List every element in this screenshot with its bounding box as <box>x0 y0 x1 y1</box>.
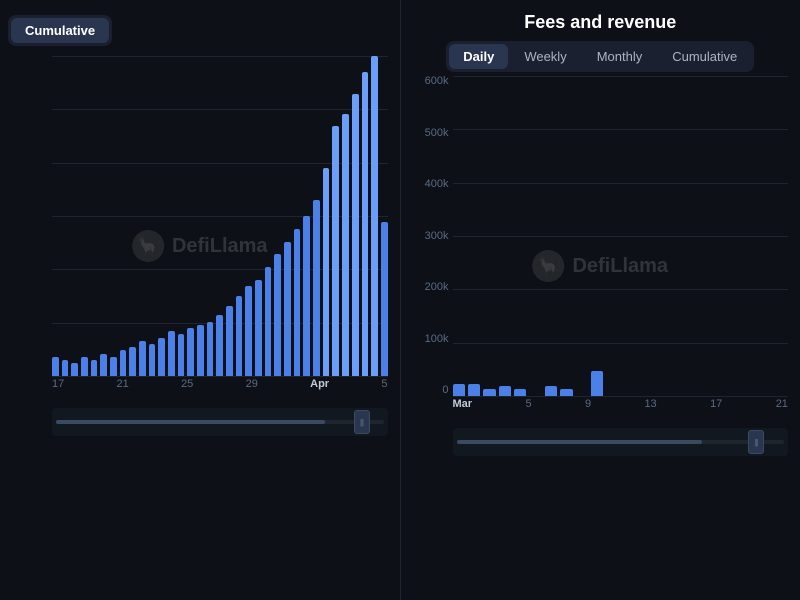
left-panel-header: Cumulative <box>8 12 392 48</box>
x-label-13r: 13 <box>644 398 656 410</box>
right-bar-2 <box>483 389 495 396</box>
right-panel-header: Fees and revenue Daily Weekly Monthly Cu… <box>409 12 793 72</box>
left-bar-8 <box>129 347 136 376</box>
left-bar-6 <box>110 357 117 376</box>
left-bar-0 <box>52 357 59 376</box>
left-bar-34 <box>381 222 388 376</box>
tab-cumulative-left[interactable]: Cumulative <box>11 18 109 43</box>
left-bar-7 <box>120 350 127 376</box>
left-bar-32 <box>362 72 369 376</box>
left-bar-5 <box>100 354 107 376</box>
x-label-17r: 17 <box>710 398 722 410</box>
left-bar-20 <box>245 286 252 376</box>
left-bar-2 <box>71 363 78 376</box>
left-bar-27 <box>313 200 320 376</box>
right-bar-8 <box>560 389 572 396</box>
x-label-apr: Apr <box>310 378 329 390</box>
y-label-200k: 200k <box>425 282 449 293</box>
y-label-500k: 500k <box>425 128 449 139</box>
left-bar-23 <box>274 254 281 376</box>
y-label-600k: 600k <box>425 76 449 87</box>
y-label-0: 0 <box>442 385 448 396</box>
y-label-300k: 300k <box>425 231 449 242</box>
right-bars <box>453 76 789 396</box>
left-bar-33 <box>371 56 378 376</box>
right-bar-1 <box>468 384 480 396</box>
left-bar-18 <box>226 306 233 376</box>
left-scrollbar-thumb <box>56 420 325 424</box>
y-label-100k: 100k <box>425 334 449 345</box>
left-tab-group: Cumulative <box>8 15 112 46</box>
right-scrollbar-handle[interactable] <box>748 430 764 454</box>
left-bar-12 <box>168 331 175 376</box>
right-bar-11 <box>591 371 603 396</box>
left-bar-16 <box>207 322 214 376</box>
left-bar-3 <box>81 357 88 376</box>
left-x-axis: 17 21 25 29 Apr 5 <box>52 378 388 390</box>
page-title: Fees and revenue <box>524 12 676 32</box>
left-bars <box>52 56 388 376</box>
right-tab-group: Daily Weekly Monthly Cumulative <box>446 41 754 72</box>
left-bar-24 <box>284 242 291 376</box>
left-bar-29 <box>332 126 339 376</box>
left-bar-15 <box>197 325 204 376</box>
left-bar-26 <box>303 216 310 376</box>
x-label-mar: Mar <box>453 398 473 410</box>
right-scrollbar-thumb <box>457 440 703 444</box>
left-bar-11 <box>158 338 165 376</box>
tab-cumulative-right[interactable]: Cumulative <box>658 44 751 69</box>
x-label-5r: 5 <box>525 398 531 410</box>
x-label-17: 17 <box>52 378 64 390</box>
left-bar-4 <box>91 360 98 376</box>
left-bar-30 <box>342 114 349 376</box>
right-y-axis: 600k 500k 400k 300k 200k 100k 0 <box>409 76 453 396</box>
left-bar-1 <box>62 360 69 376</box>
left-bar-25 <box>294 229 301 376</box>
y-label-400k: 400k <box>425 179 449 190</box>
x-label-21: 21 <box>117 378 129 390</box>
left-bar-9 <box>139 341 146 376</box>
x-label-25: 25 <box>181 378 193 390</box>
right-x-axis: Mar 5 9 13 17 21 <box>453 398 789 410</box>
left-bar-21 <box>255 280 262 376</box>
left-bar-19 <box>236 296 243 376</box>
left-bar-22 <box>265 267 272 376</box>
tab-monthly[interactable]: Monthly <box>583 44 657 69</box>
right-scrollbar-track[interactable] <box>457 440 785 444</box>
left-scrollbar-track[interactable] <box>56 420 384 424</box>
tab-daily[interactable]: Daily <box>449 44 508 69</box>
x-label-9r: 9 <box>585 398 591 410</box>
right-bar-4 <box>514 389 526 396</box>
left-bar-28 <box>323 168 330 376</box>
right-bar-3 <box>499 386 511 396</box>
x-label-5: 5 <box>381 378 387 390</box>
x-label-29: 29 <box>246 378 258 390</box>
left-scrollbar[interactable] <box>52 408 388 436</box>
right-panel: Fees and revenue Daily Weekly Monthly Cu… <box>401 0 800 600</box>
left-panel: Cumulative 17 21 25 29 Apr <box>0 0 401 600</box>
right-chart-area: 600k 500k 400k 300k 200k 100k 0 <box>409 76 793 456</box>
x-label-21r: 21 <box>776 398 788 410</box>
tab-weekly[interactable]: Weekly <box>510 44 580 69</box>
left-scrollbar-handle[interactable] <box>354 410 370 434</box>
left-bar-17 <box>216 315 223 376</box>
right-scrollbar[interactable] <box>453 428 789 456</box>
right-bar-0 <box>453 384 465 396</box>
left-bar-31 <box>352 94 359 376</box>
left-chart-area: 17 21 25 29 Apr 5 🦙 DefiLlama <box>8 56 392 436</box>
right-bar-7 <box>545 386 557 396</box>
left-bar-13 <box>178 334 185 376</box>
left-bar-10 <box>149 344 156 376</box>
left-bar-14 <box>187 328 194 376</box>
